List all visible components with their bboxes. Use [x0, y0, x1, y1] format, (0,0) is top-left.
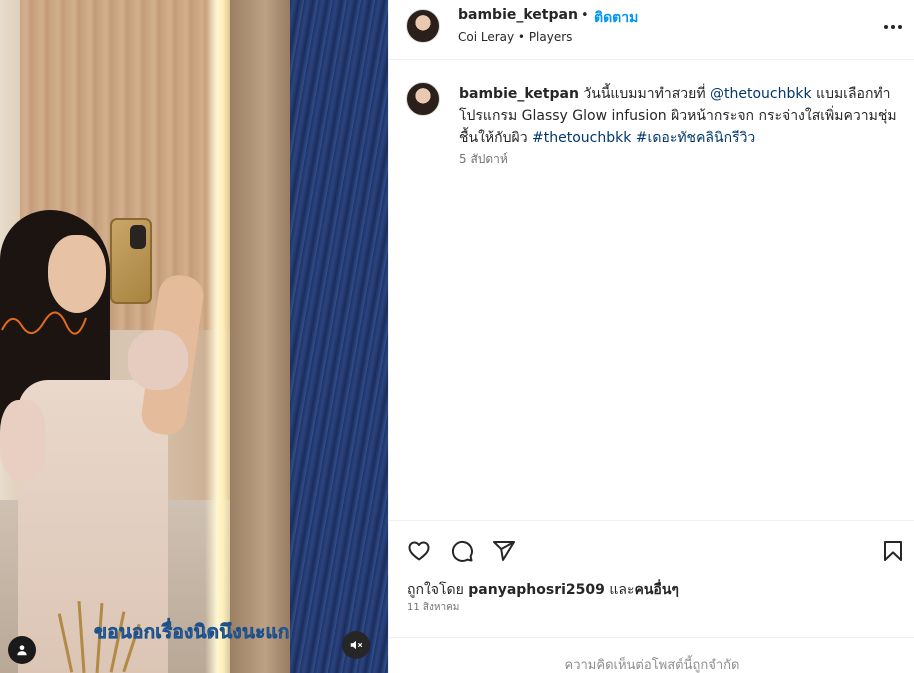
avatar[interactable] — [406, 9, 440, 43]
follow-button[interactable]: ติดตาม — [594, 7, 638, 29]
save-button[interactable] — [879, 537, 907, 565]
post-date[interactable]: 11 สิงหาคม — [407, 600, 459, 615]
more-options-button[interactable] — [881, 15, 905, 39]
post-caption: bambie_ketpan วันนี้แบมมาทำสวยที่ @theto… — [459, 83, 899, 149]
likes-connector: และ — [609, 582, 635, 598]
share-icon — [493, 541, 515, 561]
caption-block: bambie_ketpan วันนี้แบมมาทำสวยที่ @theto… — [389, 61, 914, 521]
comment-button[interactable] — [448, 537, 476, 565]
caption-text: วันนี้แบมมาทำสวยที่ — [583, 86, 706, 102]
caption-hashtag[interactable]: #thetouchbkk — [532, 130, 631, 146]
like-button[interactable] — [405, 537, 433, 565]
avatar[interactable] — [406, 82, 440, 116]
header-separator: • — [581, 8, 589, 23]
caption-username[interactable]: bambie_ketpan — [459, 86, 579, 102]
media-bg-blue-wall — [290, 0, 388, 673]
post-media[interactable]: ขอนอกเรื่องนิดนึงนะแก — [0, 0, 388, 673]
media-subtitle: ขอนอกเรื่องนิดนึงนะแก — [94, 621, 290, 644]
likes-prefix: ถูกใจโดย — [407, 582, 464, 598]
caption-hashtag[interactable]: #เดอะทัชคลินิกรีวิว — [636, 130, 756, 146]
header-username[interactable]: bambie_ketpan — [458, 7, 578, 23]
media-phone-camera — [130, 225, 146, 249]
post-side-panel: bambie_ketpan • ติดตาม Coi Leray • Playe… — [388, 0, 914, 673]
media-figure-sleeve — [128, 330, 188, 390]
user-tag-button[interactable] — [8, 636, 36, 664]
heart-icon — [408, 541, 430, 561]
muted-speaker-icon — [350, 640, 363, 650]
mute-toggle-button[interactable] — [342, 631, 370, 659]
more-icon — [884, 25, 902, 29]
action-bar — [389, 520, 914, 578]
likes-user[interactable]: panyaphosri2509 — [468, 582, 605, 598]
share-button[interactable] — [490, 537, 518, 565]
bookmark-icon — [884, 541, 902, 561]
audio-attribution[interactable]: Coi Leray • Players — [458, 30, 572, 44]
user-tag-icon — [17, 645, 27, 656]
media-sticker-squiggle — [1, 311, 87, 335]
likes-others[interactable]: คนอื่นๆ — [634, 582, 678, 598]
caption-timestamp[interactable]: 5 สัปดาห์ — [459, 150, 508, 169]
media-figure-sleeve — [0, 400, 46, 480]
caption-mention[interactable]: @thetouchbkk — [710, 86, 812, 102]
post-header: bambie_ketpan • ติดตาม Coi Leray • Playe… — [389, 0, 914, 60]
likes-summary: ถูกใจโดย panyaphosri2509 และคนอื่นๆ — [407, 579, 679, 601]
comments-limited-notice: ความคิดเห็นต่อโพสต์นี้ถูกจำกัด — [389, 637, 914, 673]
comment-icon — [451, 540, 473, 562]
